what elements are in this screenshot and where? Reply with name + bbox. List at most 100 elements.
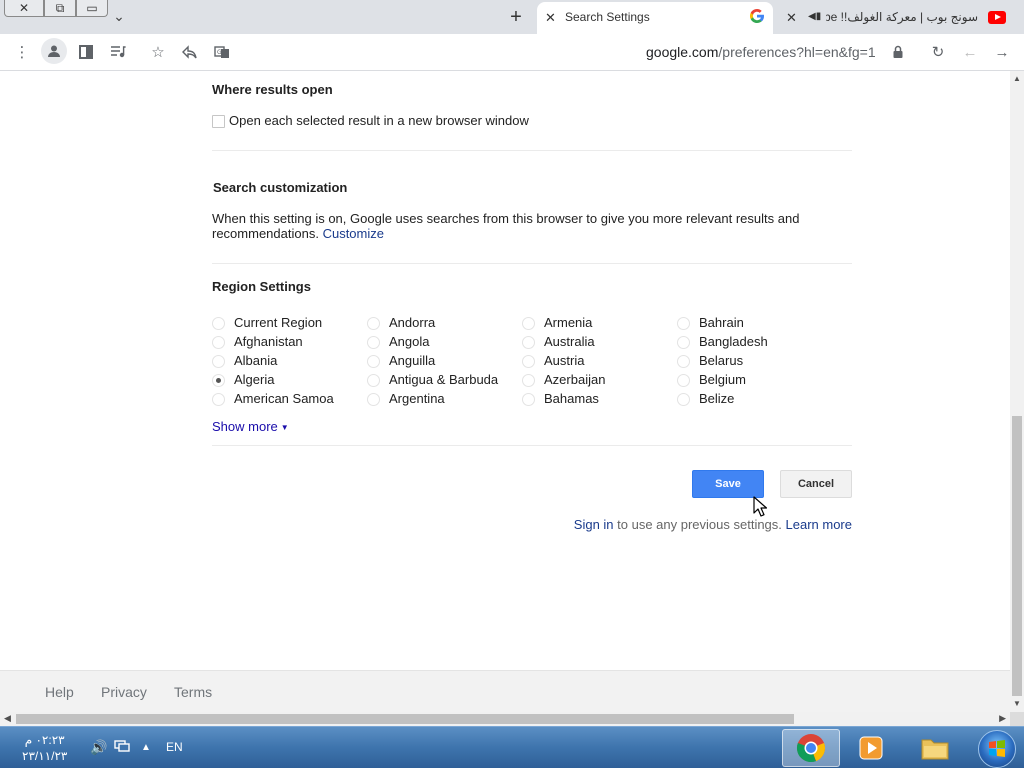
scrollbar-thumb[interactable] bbox=[1012, 416, 1022, 696]
radio-button[interactable] bbox=[212, 336, 225, 349]
horizontal-scrollbar[interactable]: ◀ ▶ bbox=[0, 712, 1010, 726]
radio-button[interactable] bbox=[367, 393, 380, 406]
translate-icon[interactable]: G bbox=[212, 42, 232, 62]
region-label: Australia bbox=[544, 334, 595, 349]
learn-more-link[interactable]: Learn more bbox=[786, 517, 852, 532]
tab-close-icon[interactable]: ✕ bbox=[545, 10, 556, 26]
region-label: Azerbaijan bbox=[544, 372, 606, 387]
tab-search-settings[interactable]: ✕ Search Settings bbox=[537, 2, 773, 34]
region-label: Armenia bbox=[544, 315, 593, 330]
share-icon[interactable] bbox=[180, 42, 200, 62]
sign-in-link[interactable]: Sign in bbox=[574, 517, 614, 532]
region-label: Bahrain bbox=[699, 315, 744, 330]
radio-button[interactable] bbox=[677, 336, 690, 349]
footer-terms-link[interactable]: Terms bbox=[174, 684, 212, 700]
radio-button[interactable] bbox=[677, 374, 690, 387]
tab-strip: ✕ ⧉ ▭ ⌄ + ✕ Search Settings ✕ ◀▮ سونج بو… bbox=[0, 0, 1024, 34]
region-label: Argentina bbox=[389, 391, 445, 406]
scroll-left-arrow-icon[interactable]: ◀ bbox=[4, 713, 11, 724]
address-bar-url[interactable]: google.com/preferences?hl=en&fg=1 bbox=[646, 44, 876, 60]
results-section-title: Where results open bbox=[212, 82, 333, 97]
radio-button[interactable] bbox=[677, 355, 690, 368]
forward-arrow-icon[interactable]: → bbox=[992, 42, 1012, 62]
profile-icon[interactable] bbox=[41, 38, 67, 64]
scroll-down-arrow-icon[interactable]: ▼ bbox=[1013, 699, 1021, 708]
show-hidden-icons-arrow-icon[interactable]: ▲ bbox=[141, 742, 151, 753]
radio-button[interactable] bbox=[367, 317, 380, 330]
region-label: Anguilla bbox=[389, 353, 436, 368]
region-section-title: Region Settings bbox=[212, 279, 311, 294]
radio-button[interactable] bbox=[367, 336, 380, 349]
radio-button[interactable] bbox=[677, 317, 690, 330]
tab-youtube[interactable]: ✕ ◀▮ سونج بوب | معركة الغولف!! YouTube bbox=[780, 2, 1024, 34]
divider bbox=[212, 445, 852, 446]
radio-button[interactable] bbox=[522, 374, 535, 387]
radio-button[interactable] bbox=[367, 374, 380, 387]
region-label: Belize bbox=[699, 391, 735, 406]
windows-taskbar: ٠٢:٢٣ م ٢٣/١١/٢٣ 🔊 ▲ EN bbox=[0, 726, 1024, 768]
radio-button[interactable] bbox=[212, 355, 225, 368]
scroll-right-arrow-icon[interactable]: ▶ bbox=[999, 713, 1006, 724]
signin-text: to use any previous settings. bbox=[613, 517, 786, 532]
start-button[interactable] bbox=[978, 730, 1016, 768]
side-panel-icon[interactable] bbox=[76, 42, 96, 62]
tab-title: سونج بوب | معركة الغولف!! YouTube bbox=[826, 10, 978, 24]
audio-playing-icon[interactable]: ◀▮ bbox=[808, 11, 821, 22]
bookmark-star-icon[interactable]: ☆ bbox=[148, 42, 168, 62]
radio-button[interactable] bbox=[367, 355, 380, 368]
taskbar-chrome-button[interactable] bbox=[782, 729, 840, 767]
radio-button[interactable] bbox=[212, 317, 225, 330]
divider bbox=[212, 150, 852, 151]
radio-button-selected[interactable] bbox=[212, 374, 225, 387]
save-button[interactable]: Save bbox=[692, 470, 764, 498]
tab-close-icon[interactable]: ✕ bbox=[786, 10, 797, 26]
taskbar-media-player-button[interactable] bbox=[842, 729, 900, 767]
new-window-checkbox-label[interactable]: Open each selected result in a new brows… bbox=[229, 113, 529, 128]
svg-text:G: G bbox=[217, 49, 222, 56]
back-arrow-icon[interactable]: ← bbox=[960, 42, 980, 62]
footer-privacy-link[interactable]: Privacy bbox=[101, 684, 147, 700]
new-tab-plus-icon[interactable]: + bbox=[505, 6, 527, 28]
radio-button[interactable] bbox=[522, 317, 535, 330]
media-player-icon bbox=[859, 736, 883, 760]
radio-button[interactable] bbox=[677, 393, 690, 406]
window-controls: ✕ ⧉ ▭ bbox=[4, 0, 108, 17]
region-label: Angola bbox=[389, 334, 430, 349]
volume-icon[interactable]: 🔊 bbox=[90, 739, 107, 756]
clock[interactable]: ٠٢:٢٣ م ٢٣/١١/٢٣ bbox=[22, 732, 67, 764]
show-more-link[interactable]: Show more ▼ bbox=[212, 419, 289, 434]
radio-button[interactable] bbox=[522, 336, 535, 349]
restore-window-button[interactable]: ⧉ bbox=[44, 0, 76, 17]
region-label: Algeria bbox=[234, 372, 275, 387]
region-label: Antigua & Barbuda bbox=[389, 372, 499, 387]
lock-icon[interactable] bbox=[888, 42, 908, 62]
google-g-icon bbox=[750, 9, 764, 23]
cancel-button[interactable]: Cancel bbox=[780, 470, 852, 498]
network-icon[interactable] bbox=[114, 739, 130, 756]
clock-time: ٠٢:٢٣ م bbox=[24, 733, 65, 747]
scroll-up-arrow-icon[interactable]: ▲ bbox=[1013, 74, 1021, 83]
footer-help-link[interactable]: Help bbox=[45, 684, 74, 700]
scrollbar-thumb[interactable] bbox=[16, 714, 794, 724]
divider bbox=[212, 263, 852, 264]
radio-button[interactable] bbox=[522, 355, 535, 368]
media-controls-icon[interactable] bbox=[108, 42, 128, 62]
region-label: Current Region bbox=[234, 315, 323, 330]
reload-icon[interactable]: ↻ bbox=[928, 42, 948, 62]
close-window-button[interactable]: ✕ bbox=[4, 0, 44, 17]
region-label: Afghanistan bbox=[234, 334, 303, 349]
show-more-label: Show more bbox=[212, 419, 278, 434]
radio-button[interactable] bbox=[212, 393, 225, 406]
taskbar-explorer-button[interactable] bbox=[906, 729, 964, 767]
tab-search-chevron-icon[interactable]: ⌄ bbox=[110, 7, 128, 25]
language-indicator[interactable]: EN bbox=[166, 740, 183, 754]
tab-title: Search Settings bbox=[565, 10, 650, 24]
menu-dots-icon[interactable]: ⋮ bbox=[12, 42, 32, 62]
customize-link[interactable]: Customize bbox=[323, 226, 384, 241]
vertical-scrollbar[interactable]: ▲ ▼ bbox=[1010, 71, 1024, 712]
radio-button[interactable] bbox=[522, 393, 535, 406]
new-window-checkbox[interactable] bbox=[212, 115, 225, 128]
chrome-icon bbox=[796, 734, 826, 763]
minimize-window-button[interactable]: ▭ bbox=[76, 0, 108, 17]
region-label: Bangladesh bbox=[699, 334, 768, 349]
